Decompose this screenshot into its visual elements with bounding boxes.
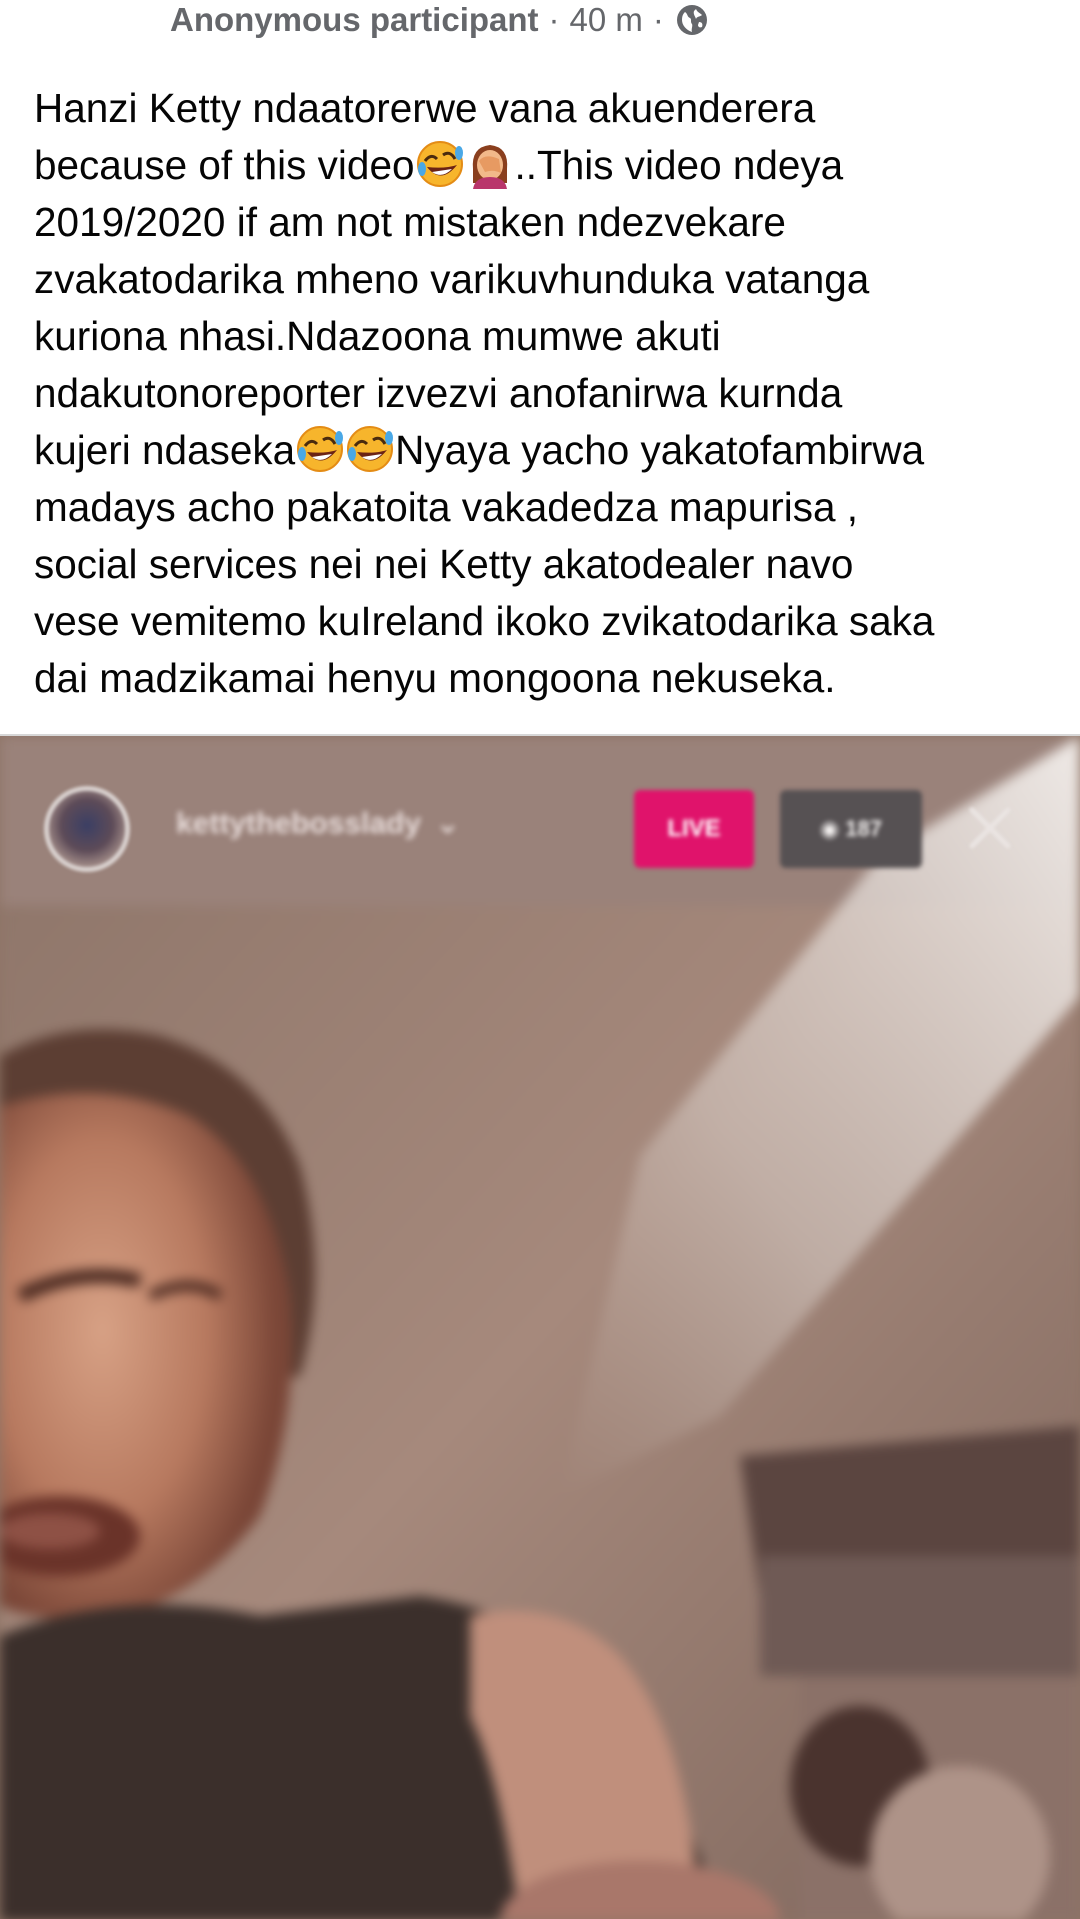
viewer-count-badge: ◉ 187: [780, 790, 922, 868]
post-body-text: Nyaya yacho yakatofambirwa: [395, 427, 925, 473]
post-body-line: dai madzikamai henyu mongoona nekuseka.: [34, 650, 1054, 707]
post-body-text: dai madzikamai henyu mongoona nekuseka.: [34, 655, 836, 701]
post-body-text: ..This video ndeya: [514, 142, 844, 188]
streamer-avatar[interactable]: [44, 786, 130, 872]
facebook-post: Anonymous participant · 40 m · Hanzi Ket…: [0, 0, 1080, 1919]
post-body-text: 2019/2020 if am not mistaken ndezvekare: [34, 199, 786, 245]
author-name[interactable]: Anonymous participant: [170, 1, 539, 39]
chevron-down-icon[interactable]: ⌄: [435, 807, 460, 840]
post-body: Hanzi Ketty ndaatorerwe vana akuenderera…: [34, 80, 1054, 707]
live-stream-overlay: kettytheboss​lady ⌄ LIVE ◉ 187: [0, 736, 1080, 876]
post-body-line: ndakutonoreporter izvezvi anofanirwa kur…: [34, 365, 1054, 422]
post-body-line: madays acho pakatoita vakadedza mapurisa…: [34, 479, 1054, 536]
video-frame-image: [0, 736, 1080, 1919]
post-header: Anonymous participant · 40 m ·: [170, 0, 708, 40]
author-avatar[interactable]: [62, 0, 146, 2]
rofl-emoji: [345, 424, 395, 474]
streamer-username-text: kettytheboss​lady: [176, 807, 422, 840]
video-player[interactable]: kettytheboss​lady ⌄ LIVE ◉ 187: [0, 734, 1080, 1919]
post-body-line: social services nei nei Ketty akatodeale…: [34, 536, 1054, 593]
post-body-text: madays acho pakatoita vakadedza mapurisa…: [34, 484, 858, 530]
post-body-line: zvakatodarika mheno varikuvhunduka vatan…: [34, 251, 1054, 308]
post-body-line: kuriona nhasi.Ndazoona mumwe akuti: [34, 308, 1054, 365]
globe-icon[interactable]: [676, 4, 708, 36]
post-body-text: kujeri ndaseka: [34, 427, 296, 473]
post-body-line: vese vemitemo kuIreland ikoko zvikatodar…: [34, 593, 1054, 650]
post-body-text: ndakutonoreporter izvezvi anofanirwa kur…: [34, 370, 843, 416]
post-body-line: kujeri ndaseka Nyaya yacho yakatofambirwa: [34, 422, 1054, 479]
rofl-emoji: [295, 424, 345, 474]
facepalm-emoji: [465, 139, 515, 189]
post-body-line: because of this video ..This video ndeya: [34, 137, 1054, 194]
post-body-text: social services nei nei Ketty akatodeale…: [34, 541, 854, 587]
post-body-text: vese vemitemo kuIreland ikoko zvikatodar…: [34, 598, 935, 644]
post-body-text: kuriona nhasi.Ndazoona mumwe akuti: [34, 313, 721, 359]
rofl-emoji: [415, 139, 465, 189]
close-icon[interactable]: [962, 800, 1018, 856]
meta-separator: ·: [652, 1, 664, 38]
post-body-text: Hanzi Ketty ndaatorerwe vana akuenderera: [34, 85, 816, 131]
post-body-text: zvakatodarika mheno varikuvhunduka vatan…: [34, 256, 870, 302]
meta-separator: ·: [548, 1, 560, 38]
post-timestamp[interactable]: 40 m: [570, 1, 643, 39]
post-body-line: Hanzi Ketty ndaatorerwe vana akuenderera: [34, 80, 1054, 137]
post-body-text: because of this video: [34, 142, 415, 188]
live-badge: LIVE: [634, 790, 754, 868]
streamer-username[interactable]: kettytheboss​lady ⌄: [176, 806, 460, 841]
post-body-line: 2019/2020 if am not mistaken ndezvekare: [34, 194, 1054, 251]
